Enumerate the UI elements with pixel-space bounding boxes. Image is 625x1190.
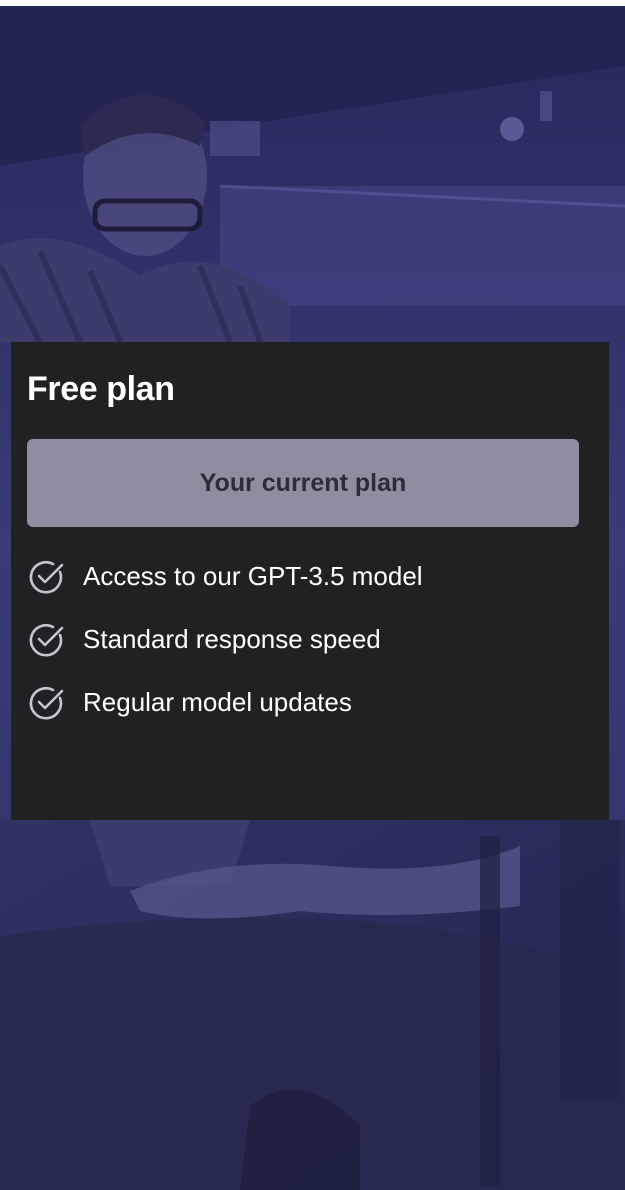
feature-list: Access to our GPT-3.5 model Standard res… xyxy=(27,556,423,745)
feature-text: Regular model updates xyxy=(83,687,352,717)
feature-text: Access to our GPT-3.5 model xyxy=(83,561,423,591)
check-circle-icon xyxy=(29,686,64,720)
feature-text: Standard response speed xyxy=(83,624,381,654)
background-photo: Free plan Your current plan Access to ou… xyxy=(0,6,625,1190)
free-plan-card: Free plan Your current plan Access to ou… xyxy=(11,342,609,820)
plan-title: Free plan xyxy=(27,370,175,408)
current-plan-button[interactable]: Your current plan xyxy=(27,439,579,527)
check-circle-icon xyxy=(29,560,64,594)
feature-item: Standard response speed xyxy=(27,619,423,660)
feature-item: Access to our GPT-3.5 model xyxy=(27,556,423,597)
feature-item: Regular model updates xyxy=(27,682,423,723)
check-circle-icon xyxy=(29,623,64,657)
